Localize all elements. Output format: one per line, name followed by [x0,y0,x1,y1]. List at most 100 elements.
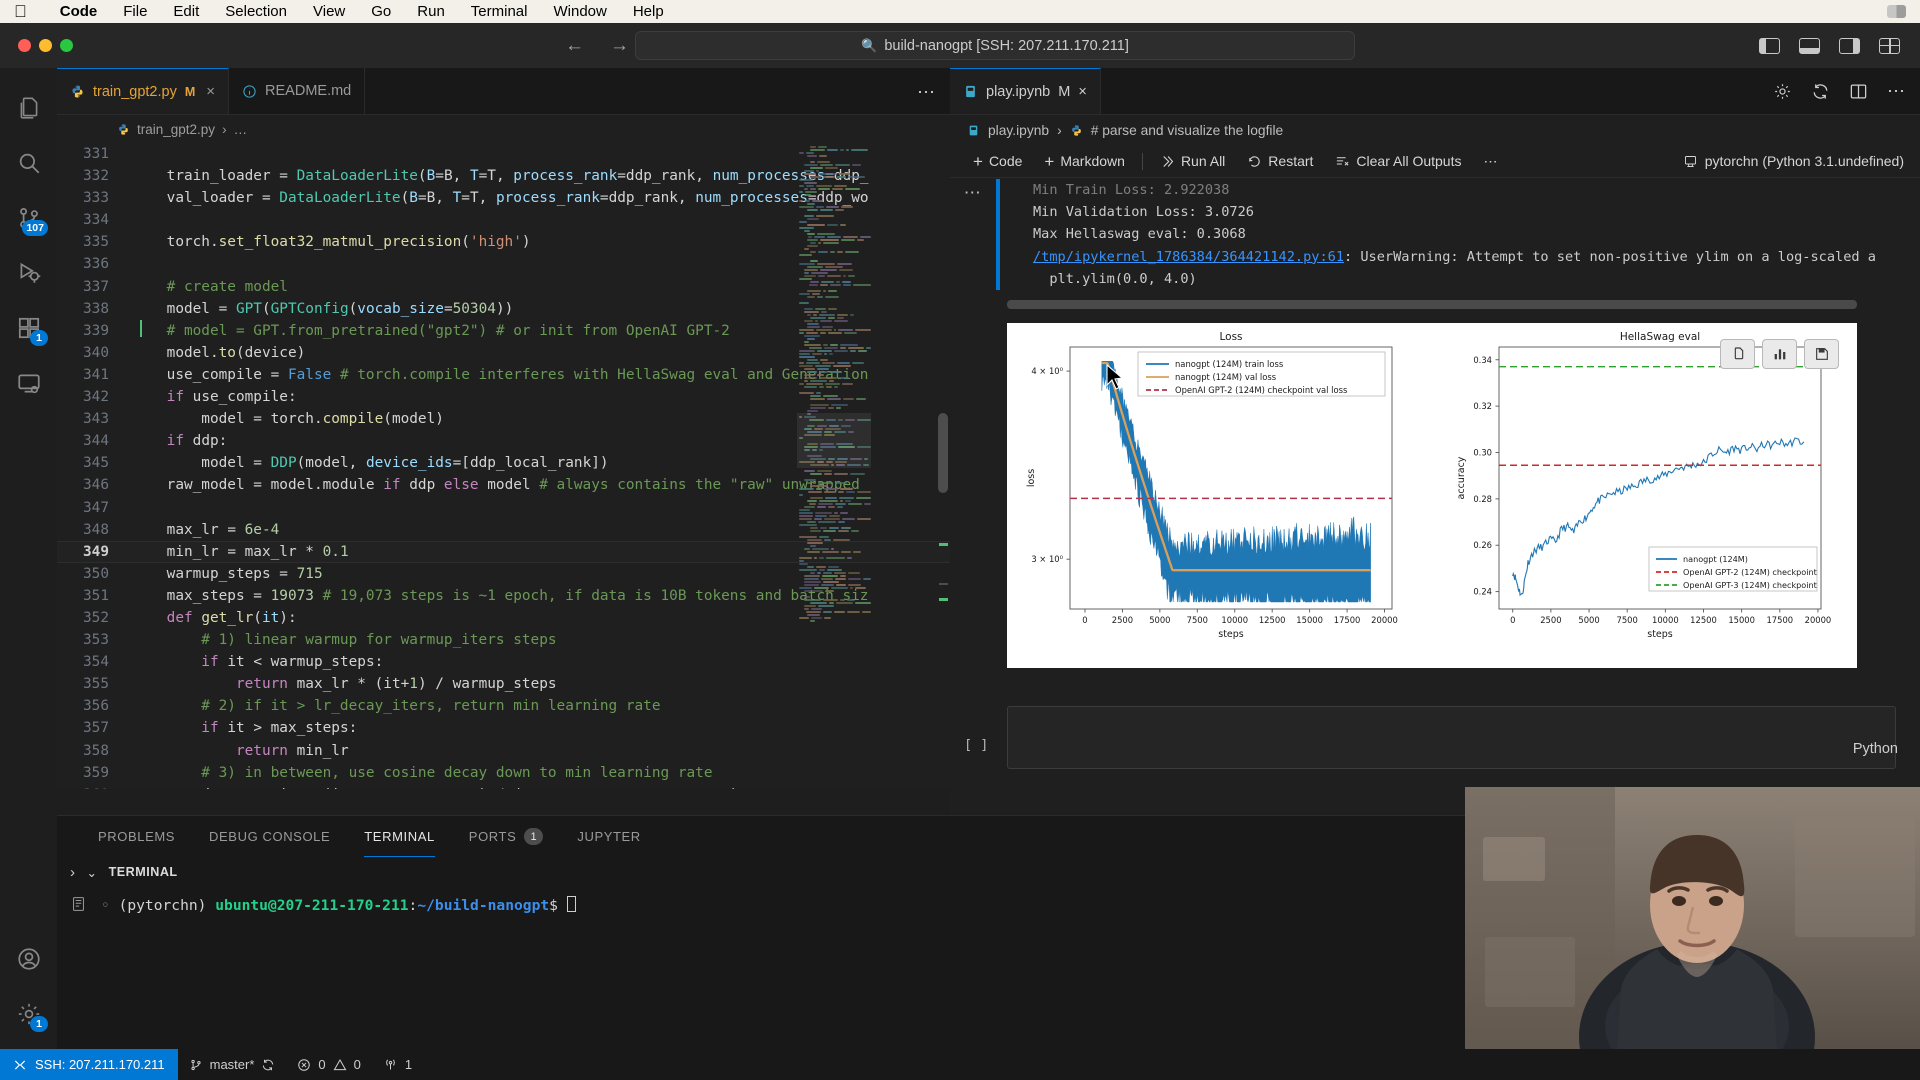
gear-icon[interactable] [1773,82,1792,101]
add-markdown-label: Markdown [1060,153,1125,169]
svg-text:3 × 10⁰: 3 × 10⁰ [1031,554,1063,564]
line-number: 350 [83,565,109,582]
line-number: 351 [83,587,109,604]
restart-kernel-button[interactable]: Restart [1236,150,1324,172]
status-remote-ssh[interactable]: SSH: 207.211.170.211 [0,1049,178,1080]
menu-item-view[interactable]: View [300,3,358,20]
close-window-button[interactable] [18,39,31,52]
svg-text:5000: 5000 [1578,615,1599,625]
navigate-back-icon[interactable]: ← [565,35,584,57]
editor-more-actions[interactable]: ⋯ [917,82,936,103]
manage-settings-button[interactable]: 1 [0,986,57,1041]
hellaswag-legend: nanogpt (124M) OpenAI GPT-2 (124M) checkp… [1648,546,1818,592]
tab-train-gpt2-py[interactable]: train_gpt2.py M × [57,68,230,114]
panel-tab-jupyter[interactable]: JUPYTER [560,816,657,857]
run-debug-icon [20,262,40,283]
menu-item-terminal[interactable]: Terminal [458,3,541,20]
breadcrumb-rest[interactable]: … [234,122,248,137]
command-center-search[interactable]: 🔍 build-nanogpt [SSH: 207.211.170.211] [635,31,1355,60]
menu-item-file[interactable]: File [110,3,160,20]
cell-language-label[interactable]: Python [1853,741,1898,757]
maximize-window-button[interactable] [60,39,73,52]
tab-close-icon[interactable]: × [1078,84,1086,100]
sidebar-item-remote-explorer[interactable] [0,355,57,410]
empty-code-cell[interactable] [1007,706,1896,769]
warning-source-link[interactable]: /tmp/ipykernel_1786384/364421142.py:61 [1033,249,1344,265]
terminal-new-icon[interactable]: › [70,864,76,881]
customize-layout-icon[interactable] [1879,37,1900,54]
remote-icon [14,1060,26,1069]
sidebar-item-source-control[interactable]: 107 [0,190,57,245]
svg-text:2500: 2500 [1540,615,1561,625]
output-line-1: Min Validation Loss: 3.0726 [1033,204,1254,221]
split-editor-icon[interactable] [1849,82,1868,101]
sidebar-item-explorer[interactable] [0,80,57,135]
editor-scrollbar-thumb[interactable] [938,413,948,493]
line-number: 337 [83,278,109,295]
svg-text:0.34: 0.34 [1473,355,1492,365]
menu-item-window[interactable]: Window [540,3,619,20]
files-icon [20,96,37,119]
panel-tab-terminal[interactable]: TERMINAL [347,816,452,857]
tab-readme-md[interactable]: README.md [229,68,366,114]
output-horizontal-scrollbar[interactable] [1007,300,1857,310]
panel-tab-ports[interactable]: PORTS 1 [452,816,561,857]
error-icon [298,1058,311,1071]
apple-logo-icon[interactable]:  [14,3,27,20]
kernel-selector[interactable]: pytorchn (Python 3.1.undefined) [1683,153,1904,169]
status-problems[interactable]: 0 0 [286,1057,371,1072]
menu-item-selection[interactable]: Selection [212,3,300,20]
svg-text:nanogpt (124M) val loss: nanogpt (124M) val loss [1175,372,1276,382]
menu-item-code[interactable]: Code [47,3,111,20]
line-number: 360 [57,784,132,789]
sidebar-item-run-debug[interactable] [0,245,57,300]
toggle-secondary-sidebar-icon[interactable] [1839,37,1860,54]
line-number: 348 [83,521,109,538]
panel-tab-problems[interactable]: PROBLEMS [81,816,192,857]
navigate-forward-icon[interactable]: → [610,35,629,57]
minimap-row [797,620,871,623]
run-all-button[interactable]: Run All [1149,150,1236,172]
menu-item-help[interactable]: Help [620,3,677,20]
notebook-breadcrumb-cell[interactable]: # parse and visualize the logfile [1091,123,1284,138]
sidebar-item-extensions[interactable]: 1 [0,300,57,355]
notebook-toolbar-more[interactable]: ⋯ [1472,150,1508,173]
copy-icon[interactable] [1720,339,1755,370]
add-markdown-cell-button[interactable]: + Markdown [1033,150,1136,173]
add-code-cell-button[interactable]: + Code [962,150,1033,173]
accounts-button[interactable] [0,931,57,986]
clear-all-outputs-button[interactable]: Clear All Outputs [1324,150,1472,172]
line-number: 342 [83,389,109,406]
editor-scrollbar[interactable] [936,143,950,789]
sync-icon[interactable] [1811,82,1830,101]
minimap-slider[interactable] [797,413,871,468]
webcam-overlay[interactable] [1465,787,1920,1049]
menu-item-edit[interactable]: Edit [160,3,212,20]
panel-tab-debug-console[interactable]: DEBUG CONSOLE [192,816,347,857]
breadcrumb-file[interactable]: train_gpt2.py [137,122,215,137]
status-branch[interactable]: master* [178,1057,287,1072]
cell-output-more[interactable]: ⋯ [950,179,996,290]
notebook-breadcrumb-file[interactable]: play.ipynb [988,123,1049,138]
save-icon[interactable] [1804,339,1839,370]
chart-icon[interactable] [1762,339,1797,370]
sync-icon[interactable] [261,1058,275,1072]
chevron-down-icon[interactable]: ⌄ [87,865,98,880]
minimize-window-button[interactable] [39,39,52,52]
sidebar-item-search[interactable] [0,135,57,190]
status-ports[interactable]: 1 [372,1057,423,1072]
clear-outputs-icon [1337,156,1349,166]
toggle-panel-icon[interactable] [1799,37,1820,54]
control-center-icon[interactable] [1887,5,1906,18]
notebook-more-actions[interactable]: ⋯ [1887,81,1906,102]
loss-legend: nanogpt (124M) train loss nanogpt (124M) … [1137,351,1386,397]
svg-text:nanogpt (124M): nanogpt (124M) [1683,554,1748,564]
activity-bar: 107 1 1 [0,68,57,1049]
matplotlib-figure-output[interactable]: Loss 0 2500 5000 7500 10000 12500 15000 17500 200… [1007,323,1857,669]
menu-item-run[interactable]: Run [404,3,458,20]
toggle-primary-sidebar-icon[interactable] [1759,37,1780,54]
tab-play-ipynb[interactable]: play.ipynb M × [950,68,1101,114]
notebook-cell-area[interactable]: ⋯ Min Train Loss: 2.922038 Min Validatio… [950,179,1920,815]
menu-item-go[interactable]: Go [358,3,404,20]
tab-close-icon[interactable]: × [206,83,215,100]
